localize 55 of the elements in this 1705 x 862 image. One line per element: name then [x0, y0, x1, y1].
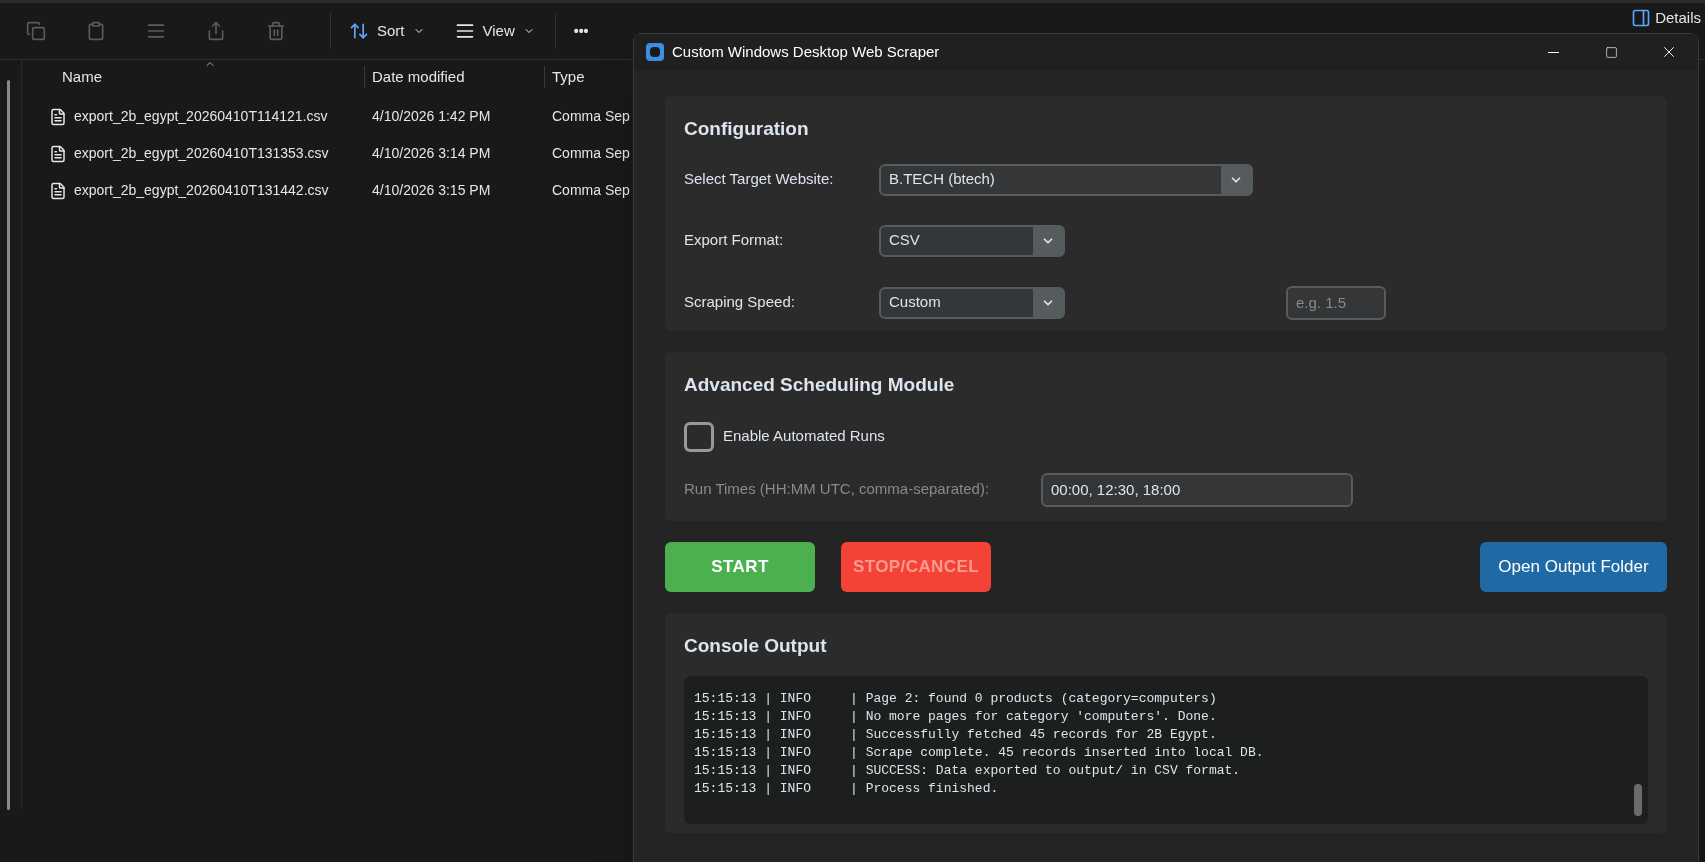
speed-dropdown[interactable]: Custom: [879, 286, 1065, 319]
field-label: Export Format:: [684, 230, 785, 251]
field-label: Scraping Speed:: [684, 292, 796, 313]
log-line: 15:15:13 | INFO | Successfully fetched 45 records for 2B Egypt.: [694, 725, 1218, 744]
log-line: 15:15:13 | INFO | SUCCESS: Data exported to output/ in CSV format.: [694, 761, 1242, 780]
checkbox[interactable]: [684, 421, 714, 452]
window-title: Custom Windows Desktop Web Scraper: [672, 41, 940, 62]
column-header[interactable]: Type: [545, 65, 585, 89]
column-header[interactable]: Name: [22, 65, 365, 89]
website-dropdown[interactable]: B.TECH (btech): [879, 163, 1253, 196]
speed-field[interactable]: e.g. 1.5: [1286, 285, 1386, 320]
log-line: 15:15:13 | INFO | Process finished.: [694, 779, 1000, 798]
log-line: 15:15:13 | INFO | Page 2: found 0 products (category=computers): [694, 689, 1218, 708]
field-label: Run Times (HH:MM UTC, comma-separated):: [684, 479, 991, 500]
sort-icon: [349, 21, 369, 41]
file-date: 4/10/2026 1:42 PM: [371, 107, 492, 126]
run-times-field[interactable]: 00:00, 12:30, 18:00: [1041, 472, 1353, 507]
view-button[interactable]: View: [454, 19, 535, 43]
file-date: 4/10/2026 3:15 PM: [371, 181, 492, 200]
open-folder-button[interactable]: Open Output Folder: [1480, 542, 1667, 592]
field-label: Select Target Website:: [684, 169, 835, 190]
file-name: export_2b_egypt_20260410T131442.csv: [74, 181, 329, 200]
column-header[interactable]: Date modified: [365, 65, 545, 89]
section-title: Advanced Scheduling Module: [684, 373, 956, 397]
file-name: export_2b_egypt_20260410T114121.csv: [74, 107, 328, 126]
section-title: Console Output: [684, 634, 828, 658]
share-icon[interactable]: [206, 21, 226, 41]
file-type: Comma Sep: [551, 107, 630, 126]
scrollbar[interactable]: [1634, 783, 1642, 816]
file-date: 4/10/2026 3:14 PM: [371, 144, 492, 163]
clipboard-icon[interactable]: [86, 21, 106, 41]
log-line: 15:15:13 | INFO | No more pages for category 'computers'. Done.: [694, 707, 1218, 726]
minimize-icon: [1547, 51, 1559, 53]
file-name: export_2b_egypt_20260410T131353.csv: [74, 144, 329, 163]
file-icon: [49, 181, 67, 200]
app-icon: [646, 43, 664, 61]
maximize-icon: [1604, 45, 1618, 59]
trash-icon[interactable]: [266, 21, 286, 41]
file-row[interactable]: export_2b_egypt_20260410T114121.csv 4/10/2026 1:42 PM Comma Sep: [22, 98, 633, 135]
file-type: Comma Sep: [551, 144, 630, 163]
details-icon: [1631, 8, 1652, 28]
view-icon: [454, 21, 475, 41]
copy-icon[interactable]: [26, 21, 46, 41]
more-button[interactable]: •••: [573, 20, 589, 42]
checkbox-label: Enable Automated Runs: [723, 426, 885, 447]
file-icon: [49, 107, 67, 126]
log-line: 15:15:13 | INFO | Scrape complete. 45 records inserted into local DB.: [694, 743, 1265, 762]
details-button[interactable]: Details: [1631, 8, 1701, 28]
file-type: Comma Sep: [551, 181, 630, 200]
file-icon: [49, 144, 67, 163]
sort-button[interactable]: Sort: [349, 19, 425, 43]
file-row[interactable]: export_2b_egypt_20260410T131353.csv 4/10/2026 3:14 PM Comma Sep: [22, 135, 633, 172]
format-dropdown[interactable]: CSV: [879, 224, 1065, 257]
file-row[interactable]: export_2b_egypt_20260410T131442.csv 4/10/2026 3:15 PM Comma Sep: [22, 172, 633, 209]
section-title: Configuration: [684, 117, 810, 141]
